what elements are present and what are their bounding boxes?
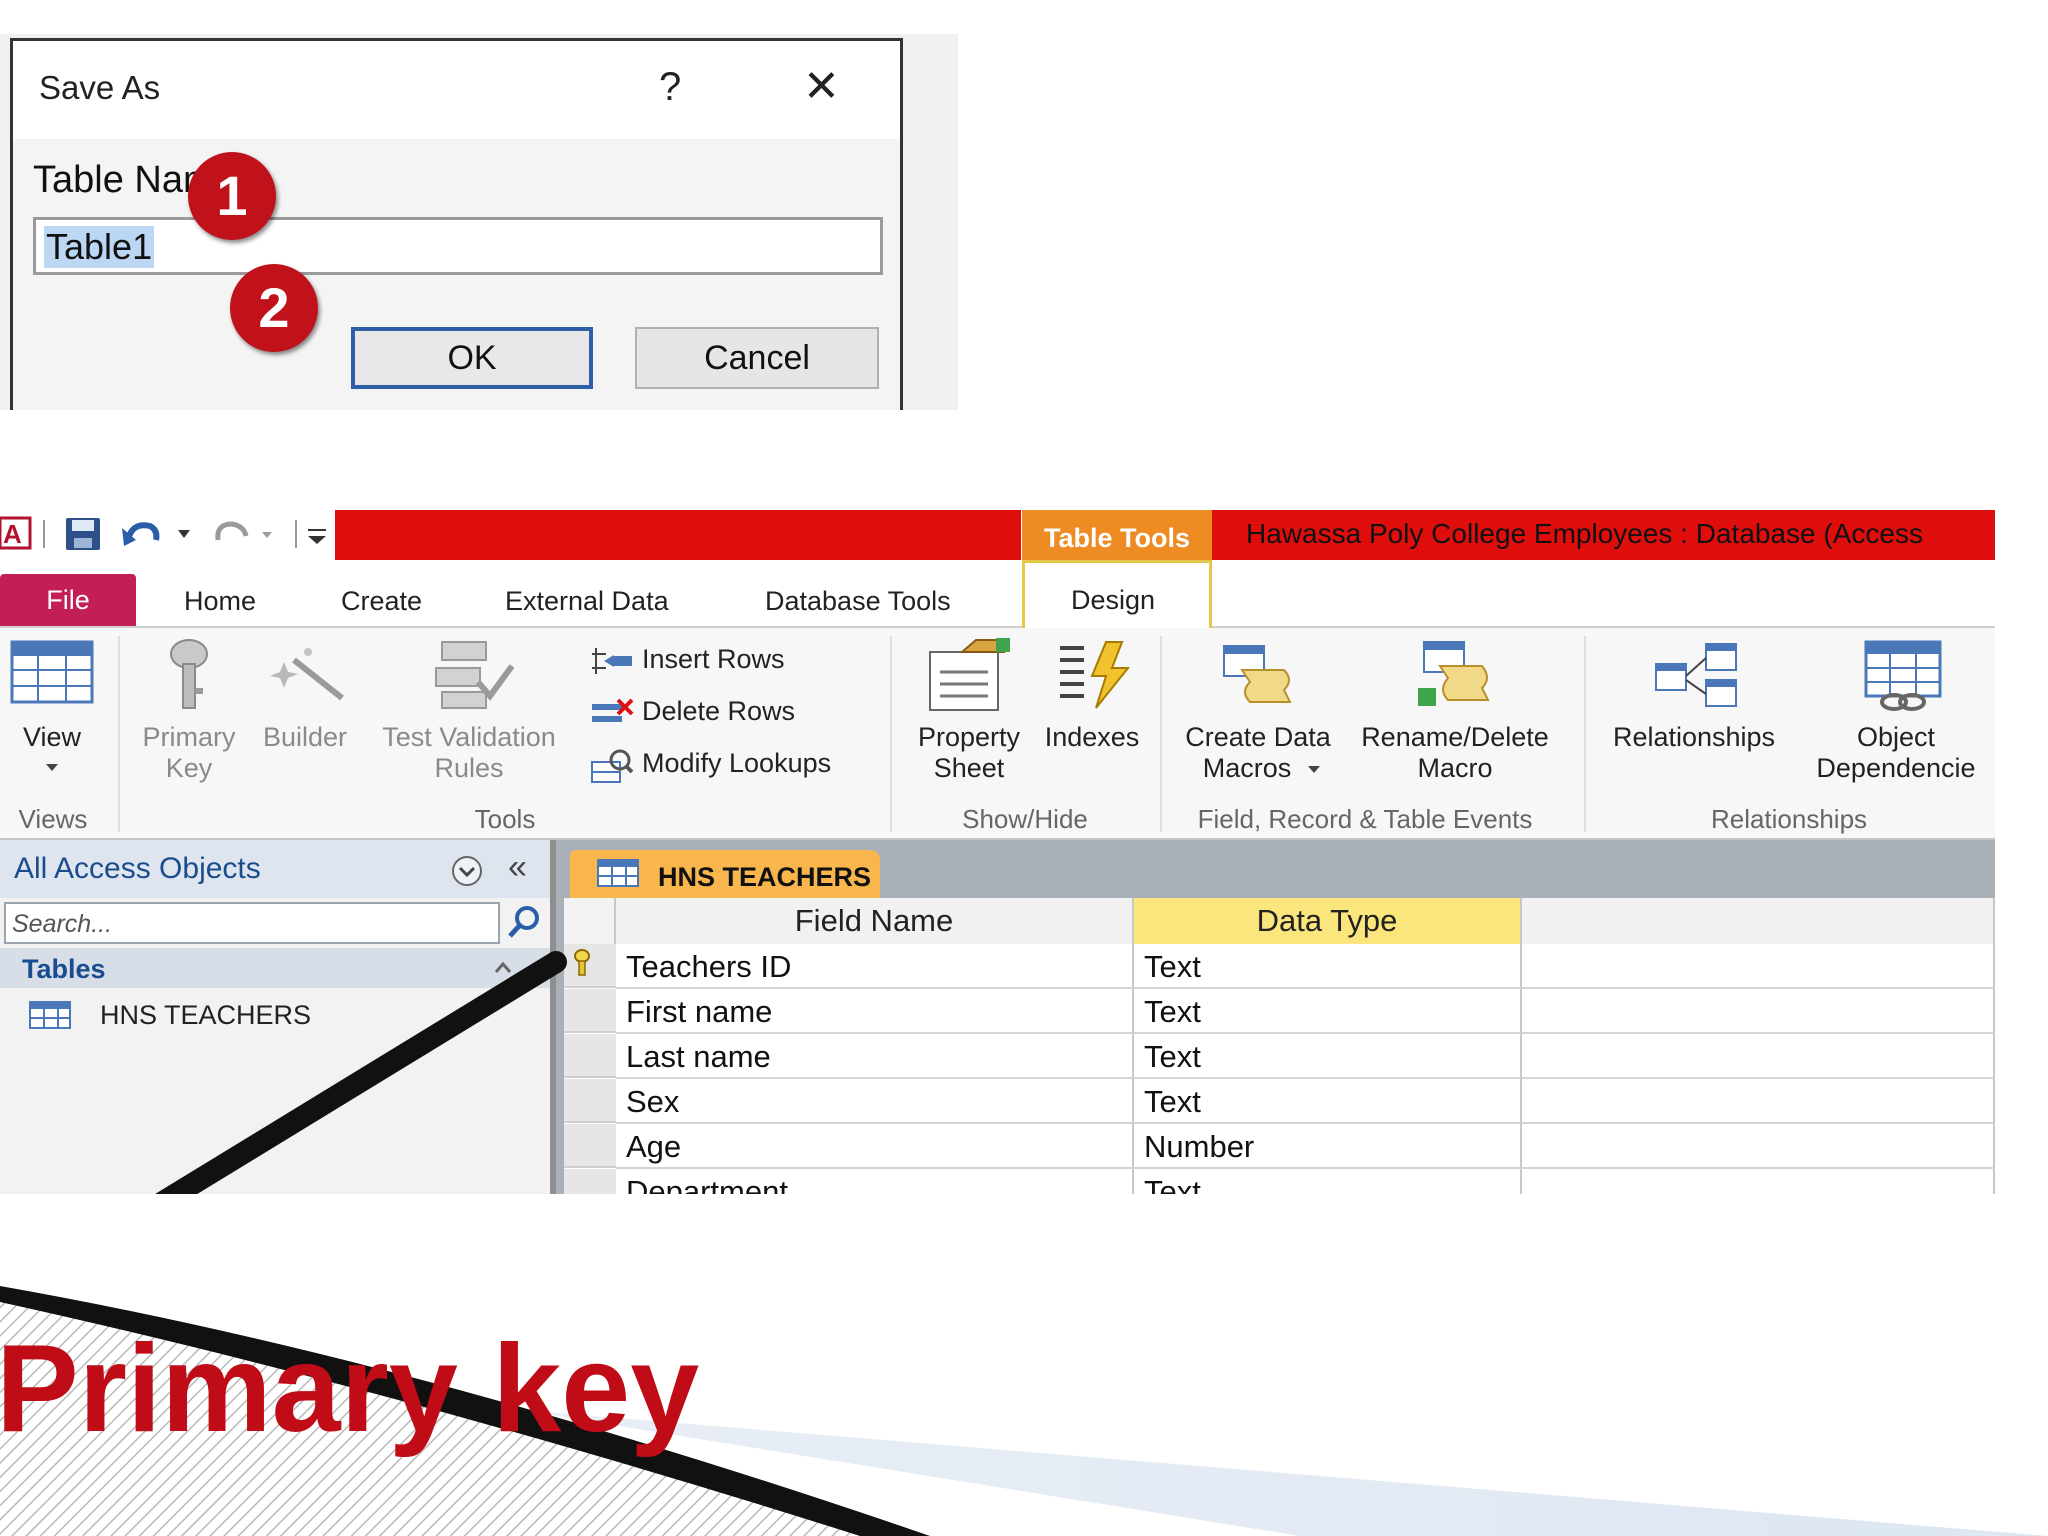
access-window: A Table Tools Hawassa Poly College Emplo…: [0, 510, 1995, 1194]
help-icon[interactable]: ?: [659, 65, 681, 110]
step-badge-2: 2: [230, 264, 318, 352]
table-name-input[interactable]: Table1: [33, 217, 883, 275]
dialog-title-bar: Save As ? ✕: [13, 41, 900, 139]
close-icon[interactable]: ✕: [803, 61, 840, 112]
table-name-value: Table1: [44, 226, 155, 268]
step-badge-1: 1: [188, 152, 276, 240]
save-as-dialog: Save As ? ✕ Table Name: Table1 OK Cancel: [10, 38, 903, 410]
dialog-title: Save As: [39, 69, 161, 106]
annotation-pointer-line: [155, 951, 567, 1194]
slide-heading: Primary key: [0, 1320, 700, 1458]
cancel-button[interactable]: Cancel: [635, 327, 879, 389]
ok-button[interactable]: OK: [351, 327, 593, 389]
